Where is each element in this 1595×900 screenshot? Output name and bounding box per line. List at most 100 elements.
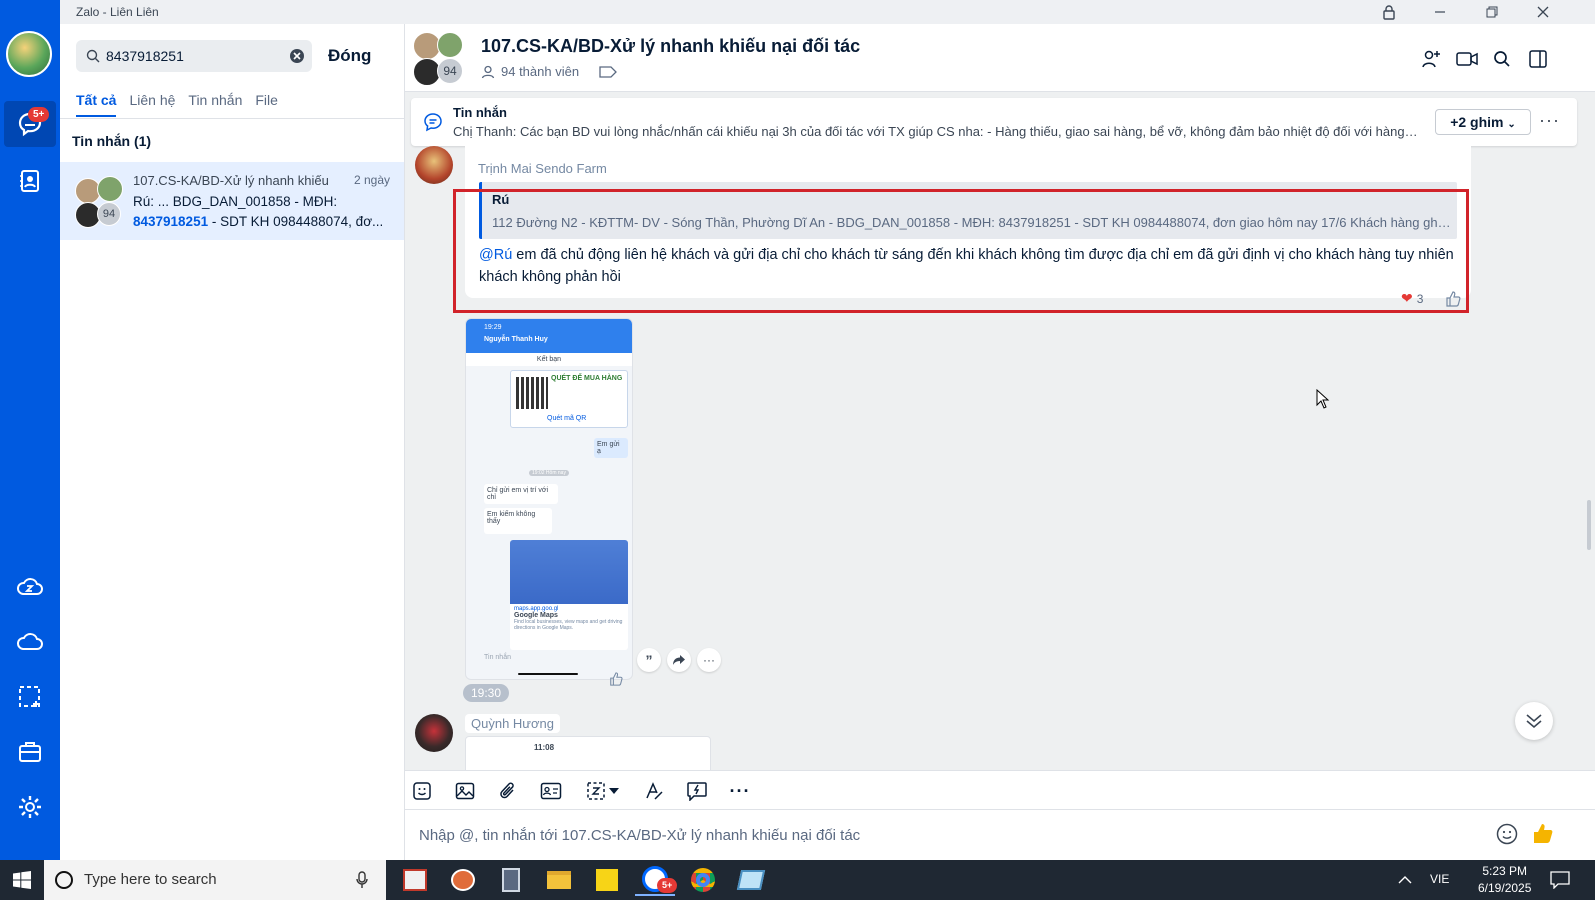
like-icon[interactable] xyxy=(1445,291,1461,307)
close-search-button[interactable]: Đóng xyxy=(328,46,371,66)
text-format-button[interactable] xyxy=(641,779,667,803)
message-input[interactable] xyxy=(419,822,1469,848)
forward-button[interactable] xyxy=(667,648,691,672)
message-icon xyxy=(424,113,442,132)
mouse-cursor-icon xyxy=(1316,389,1330,409)
messages-nav-button[interactable]: 5+ xyxy=(4,101,56,147)
members-count: 94 thành viên xyxy=(501,64,580,79)
chevron-up-icon[interactable] xyxy=(1398,875,1412,884)
image-button[interactable] xyxy=(452,779,478,803)
taskbar-file-explorer[interactable] xyxy=(539,864,579,896)
taskbar-app-9[interactable] xyxy=(731,864,771,896)
phone-map-desc: Find local businesses, view maps and get… xyxy=(514,619,623,631)
video-call-button[interactable] xyxy=(1454,46,1480,72)
heart-icon: ❤ xyxy=(1401,290,1413,306)
more-actions-button[interactable]: ··· xyxy=(697,648,721,672)
user-avatar[interactable] xyxy=(6,31,52,77)
search-input[interactable] xyxy=(106,40,286,72)
chat-member-count-avatar: 94 xyxy=(437,58,463,84)
notification-icon[interactable] xyxy=(1550,871,1570,889)
attach-file-button[interactable] xyxy=(495,779,521,803)
lightning-bubble-icon xyxy=(687,782,707,801)
image-attachment-2[interactable]: 11:08 xyxy=(465,736,711,770)
cloud-nav-button[interactable] xyxy=(4,619,56,665)
taskbar-clock[interactable]: 5:23 PM 6/19/2025 xyxy=(1478,863,1531,897)
result-snippet-line2: 8437918251 - SDT KH 0984488074, đơ... xyxy=(133,214,395,229)
start-button[interactable] xyxy=(2,864,42,896)
more-icon: ··· xyxy=(729,780,751,801)
add-user-icon xyxy=(1422,50,1440,68)
sender-avatar[interactable] xyxy=(415,146,453,184)
taskbar-app-1[interactable] xyxy=(395,864,435,896)
contact-card-button[interactable] xyxy=(538,779,564,803)
taskbar-search[interactable]: Type here to search xyxy=(44,860,386,900)
chat-group-avatar-2[interactable] xyxy=(437,32,463,58)
toggle-info-panel-button[interactable] xyxy=(1525,46,1551,72)
taskbar-zalo[interactable]: 5+ xyxy=(635,864,678,896)
microphone-icon[interactable] xyxy=(356,871,368,889)
toolbox-nav-button[interactable] xyxy=(4,729,56,775)
tab-contacts[interactable]: Liên hệ xyxy=(129,92,175,117)
add-member-button[interactable] xyxy=(1418,46,1444,72)
contacts-icon xyxy=(20,170,39,192)
pinned-options-icon[interactable]: ··· xyxy=(1539,110,1560,131)
thumbs-up-send-icon[interactable] xyxy=(1531,821,1555,845)
forward-icon xyxy=(673,655,685,665)
tab-files[interactable]: File xyxy=(255,92,278,117)
quote-button[interactable]: ” xyxy=(637,648,661,672)
sticker-button[interactable] xyxy=(409,779,435,803)
taskbar-app-2[interactable] xyxy=(443,864,483,896)
quick-message-button[interactable] xyxy=(684,779,710,803)
emoji-icon[interactable] xyxy=(1496,823,1518,845)
contacts-nav-button[interactable] xyxy=(4,158,56,204)
briefcase-icon xyxy=(19,742,41,762)
composer-toolbar: ··· xyxy=(405,770,1595,810)
image-like-icon[interactable] xyxy=(609,672,623,686)
tab-all[interactable]: Tất cả xyxy=(76,92,117,117)
contact-card-icon xyxy=(540,782,562,800)
image2-status-time: 11:08 xyxy=(534,743,555,752)
tab-messages[interactable]: Tin nhắn xyxy=(188,92,242,117)
phone-map-url: maps.app.goo.gl xyxy=(514,606,559,612)
taskbar-search-placeholder: Type here to search xyxy=(84,871,217,888)
screenshot-nav-button[interactable] xyxy=(4,674,56,720)
person-icon xyxy=(481,65,495,78)
image-attachment[interactable]: 19:29 Nguyễn Thanh Huy Kết bạn QUÉT ĐỂ M… xyxy=(465,318,633,680)
minimize-button[interactable] xyxy=(1417,0,1463,24)
taskbar-chrome[interactable] xyxy=(683,864,723,896)
search-panel: Đóng Tất cả Liên hệ Tin nhắn File Tin nh… xyxy=(60,24,405,860)
members-link[interactable]: 94 thành viên xyxy=(481,64,617,79)
lock-button[interactable] xyxy=(1366,0,1412,24)
paperclip-icon xyxy=(500,782,514,799)
sender-avatar-2[interactable] xyxy=(415,714,453,752)
folder-icon xyxy=(547,871,571,889)
more-tools-button[interactable]: ··· xyxy=(727,779,753,803)
scroll-to-bottom-button[interactable] xyxy=(1515,702,1553,740)
phone-msg-b: Em kiếm không thấy xyxy=(484,508,552,534)
tag-icon[interactable] xyxy=(599,65,617,78)
restore-button[interactable] xyxy=(1469,0,1515,24)
message-list[interactable]: Tin nhắn Chị Thanh: Các bạn BD vui lòng … xyxy=(405,92,1595,770)
zcloud-nav-button[interactable] xyxy=(4,564,56,610)
close-window-button[interactable] xyxy=(1520,0,1566,24)
capture-icon xyxy=(19,686,40,707)
pinned-message-bar[interactable]: Tin nhắn Chị Thanh: Các bạn BD vui lòng … xyxy=(411,98,1577,146)
screenshot-options-button[interactable] xyxy=(605,779,623,803)
zalo-taskbar-badge: 5+ xyxy=(657,878,678,893)
taskbar-sticky-notes[interactable] xyxy=(587,864,627,896)
reaction-summary[interactable]: ❤ 3 xyxy=(1401,290,1423,307)
search-result-item[interactable]: 94 107.CS-KA/BD-Xử lý nhanh khiếu ... 2 … xyxy=(60,162,404,240)
phone-date-pill: 19:02 Hôm nay xyxy=(529,470,569,476)
pinned-label: Tin nhắn xyxy=(453,105,507,120)
taskbar-calculator[interactable] xyxy=(491,864,531,896)
clear-search-icon[interactable] xyxy=(289,48,305,64)
result-time: 2 ngày xyxy=(353,173,390,187)
chat-search-button[interactable] xyxy=(1489,46,1515,72)
snip-icon xyxy=(451,869,475,891)
image-icon xyxy=(455,782,475,800)
more-pins-button[interactable]: +2 ghim ⌄ xyxy=(1435,109,1531,135)
chat-title[interactable]: 107.CS-KA/BD-Xử lý nhanh khiếu nại đối t… xyxy=(481,36,860,57)
scrollbar[interactable] xyxy=(1587,500,1591,550)
language-indicator[interactable]: VIE xyxy=(1430,872,1449,886)
settings-nav-button[interactable] xyxy=(4,784,56,830)
